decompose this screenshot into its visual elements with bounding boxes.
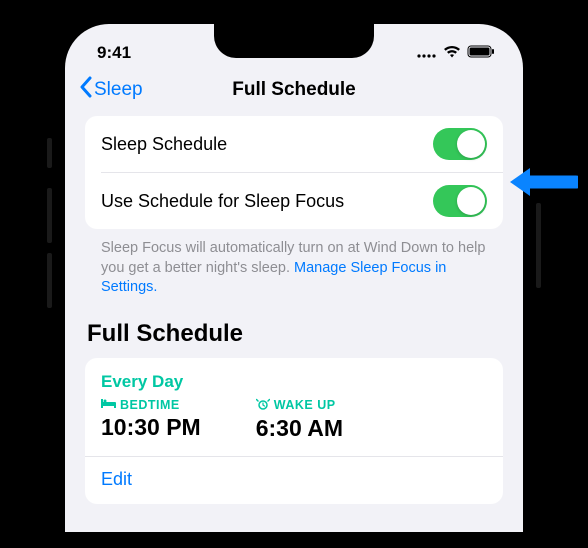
wakeup-label: WAKE UP (274, 398, 336, 412)
alarm-icon (256, 398, 270, 413)
use-focus-toggle[interactable] (433, 185, 487, 217)
settings-card: Sleep Schedule Use Schedule for Sleep Fo… (85, 116, 503, 229)
section-header: Full Schedule (85, 298, 503, 358)
sleep-schedule-row: Sleep Schedule (85, 116, 503, 172)
sleep-schedule-label: Sleep Schedule (101, 134, 227, 155)
bedtime-column: BEDTIME 10:30 PM (101, 398, 201, 442)
cellular-icon (417, 43, 437, 63)
wifi-icon (443, 43, 461, 63)
battery-icon (467, 43, 495, 63)
bed-icon (101, 398, 116, 412)
back-label: Sleep (94, 79, 143, 101)
navigation-bar: Sleep Full Schedule (65, 68, 523, 116)
schedule-days: Every Day (101, 372, 487, 392)
schedule-card: Every Day BEDTIME 10:30 PM (85, 358, 503, 504)
back-button[interactable]: Sleep (79, 76, 143, 104)
status-time: 9:41 (97, 43, 131, 63)
wakeup-column: WAKE UP 6:30 AM (256, 398, 343, 442)
use-focus-row: Use Schedule for Sleep Focus (85, 173, 503, 229)
bedtime-label: BEDTIME (120, 398, 180, 412)
edit-button[interactable]: Edit (85, 456, 503, 490)
use-focus-label: Use Schedule for Sleep Focus (101, 191, 344, 212)
annotation-arrow-icon (506, 164, 578, 205)
page-title: Full Schedule (232, 79, 356, 101)
sleep-schedule-toggle[interactable] (433, 128, 487, 160)
bedtime-value: 10:30 PM (101, 414, 201, 441)
wakeup-value: 6:30 AM (256, 415, 343, 442)
chevron-left-icon (79, 76, 92, 104)
footer-text: Sleep Focus will automatically turn on a… (85, 229, 503, 298)
